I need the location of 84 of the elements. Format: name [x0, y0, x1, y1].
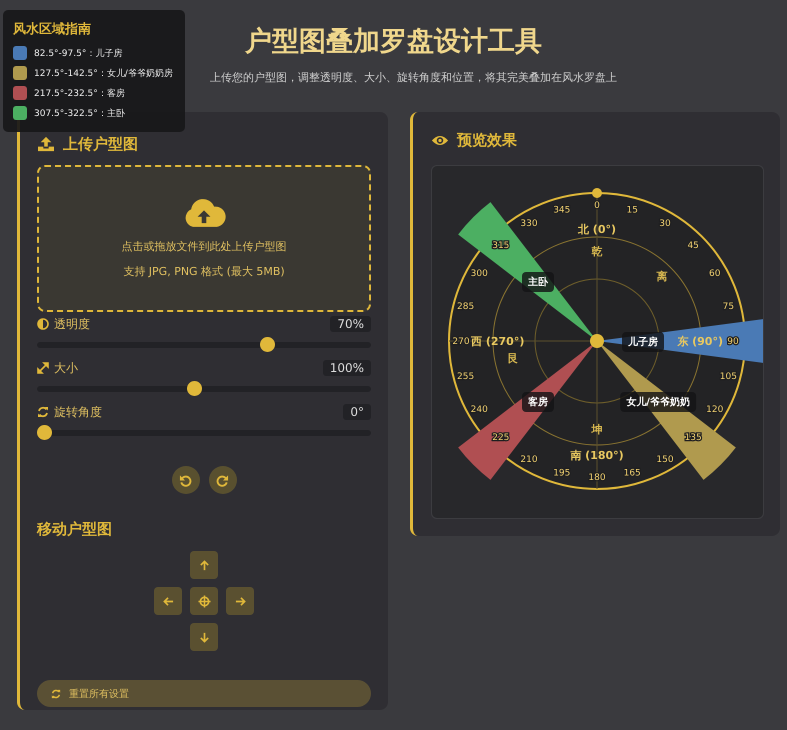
legend-label: 127.5°-142.5°：女儿/爷爷奶奶房 — [34, 68, 173, 80]
slider-value: 70% — [330, 316, 371, 332]
undo-icon — [179, 474, 192, 486]
degree-label: 165 — [624, 468, 641, 478]
crosshair-icon — [198, 594, 210, 608]
degree-label: 300 — [470, 269, 488, 279]
panel-title: 预览效果 — [457, 130, 517, 150]
arrow-up-icon — [198, 560, 210, 570]
slider-label: 透明度 — [54, 316, 91, 332]
arrow-down-icon — [198, 632, 210, 642]
trigram-label: 离 — [656, 270, 668, 283]
legend-label: 217.5°-232.5°：客房 — [34, 88, 125, 100]
panel-title: 上传户型图 — [63, 134, 138, 154]
move-down-button[interactable] — [190, 623, 218, 651]
north-marker — [592, 188, 602, 198]
refresh-icon — [51, 688, 61, 698]
upload-prompt: 点击或拖放文件到此处上传户型图 — [122, 238, 286, 254]
degree-label: 210 — [520, 454, 538, 465]
center-dot — [590, 334, 604, 348]
page-title: 户型图叠加罗盘设计工具 — [245, 25, 542, 59]
degree-label: 270 — [452, 337, 470, 347]
move-up-button[interactable] — [190, 551, 218, 579]
half-circle-icon — [37, 318, 49, 330]
center-button[interactable] — [190, 587, 218, 615]
legend-label: 82.5°-97.5°：儿子房 — [34, 48, 122, 60]
degree-label: 315 — [492, 240, 510, 251]
direction-label: 北 (0°) — [578, 223, 616, 236]
slider-label: 大小 — [54, 360, 79, 376]
upload-hint: 支持 JPG, PNG 格式 (最大 5MB) — [123, 264, 285, 278]
degree-label: 45 — [687, 240, 699, 251]
slider-track[interactable] — [37, 381, 371, 396]
direction-label: 西 (270°) — [471, 335, 524, 348]
room-tag: 儿子房 — [622, 332, 664, 352]
arrow-right-icon — [234, 596, 246, 606]
upload-icon — [37, 136, 55, 152]
degree-label: 255 — [457, 372, 474, 382]
degree-label: 285 — [457, 302, 474, 312]
degree-label: 135 — [684, 433, 702, 444]
rotate-right-button[interactable] — [208, 466, 236, 494]
slider-value: 100% — [322, 360, 371, 376]
rotate-icon — [37, 406, 49, 418]
trigram-label: 艮 — [508, 352, 518, 365]
degree-label: 120 — [706, 405, 724, 415]
room-tag: 主卧 — [522, 272, 554, 292]
room-tag: 客房 — [522, 392, 554, 412]
degree-label: 225 — [492, 433, 510, 444]
eye-icon — [431, 134, 449, 146]
section-title: 移动户型图 — [37, 520, 113, 539]
degree-label: 345 — [553, 206, 570, 216]
room-tag: 女儿/爷爷奶奶 — [620, 392, 696, 412]
degree-label: 60 — [709, 269, 720, 279]
trigram-label: 乾 — [592, 245, 602, 258]
degree-label: 75 — [722, 302, 734, 312]
slider-thumb[interactable] — [186, 381, 202, 396]
slider-label: 旋转角度 — [54, 404, 103, 420]
move-left-button[interactable] — [154, 587, 182, 615]
degree-label: 0 — [594, 201, 600, 211]
direction-label: 南 (180°) — [570, 449, 624, 462]
legend-label: 307.5°-322.5°：主卧 — [34, 108, 125, 120]
move-right-button[interactable] — [226, 587, 254, 615]
redo-icon — [216, 474, 229, 486]
upload-dropzone[interactable]: 点击或拖放文件到此处上传户型图 支持 JPG, PNG 格式 (最大 5MB) — [37, 165, 371, 312]
slider-thumb[interactable] — [37, 425, 52, 440]
reset-button[interactable]: 重置所有设置 — [37, 680, 371, 707]
page-subtitle: 上传您的户型图，调整透明度、大小、旋转角度和位置，将其完美叠加在风水罗盘上 — [210, 70, 617, 85]
slider-track[interactable] — [37, 425, 371, 440]
slider-track[interactable] — [37, 337, 371, 352]
rotate-left-button[interactable] — [172, 466, 200, 494]
direction-label: 东 (90°) — [677, 335, 723, 348]
trigram-label: 坤 — [592, 423, 602, 436]
legend-title: 风水区域指南 — [13, 21, 92, 38]
degree-label: 105 — [720, 372, 737, 382]
degree-label: 150 — [656, 454, 674, 465]
slider-value: 0° — [343, 404, 371, 420]
degree-label: 240 — [470, 405, 488, 415]
degree-label: 195 — [553, 468, 570, 478]
degree-label: 30 — [659, 219, 671, 230]
slider-thumb[interactable] — [260, 337, 276, 352]
expand-icon — [37, 362, 49, 374]
degree-label: 15 — [626, 206, 638, 216]
arrow-left-icon — [162, 596, 174, 606]
degree-label: 180 — [588, 473, 606, 483]
degree-label: 330 — [520, 219, 538, 230]
degree-label: 90 — [727, 337, 739, 347]
